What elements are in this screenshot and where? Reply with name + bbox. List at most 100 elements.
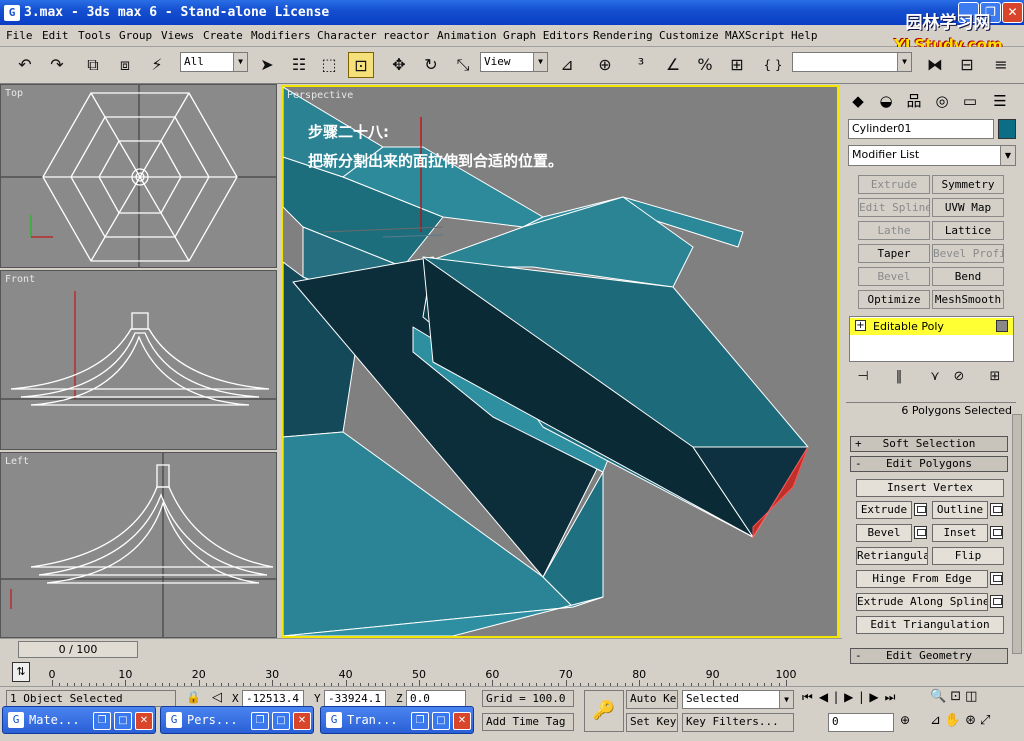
restore-icon[interactable]: ❐ (411, 712, 429, 730)
bevel-button[interactable]: Bevel (856, 524, 912, 542)
modifier-extrude-button[interactable]: Extrude (858, 175, 930, 194)
menu-reactor[interactable]: reactor (383, 29, 429, 42)
minimized-window-material[interactable]: G Mate... ❐ □ ✕ (2, 706, 156, 734)
viewport-label-front[interactable]: Front (5, 274, 35, 285)
menu-file[interactable]: File (6, 29, 33, 42)
menu-graph-editors[interactable]: Graph Editors (503, 29, 589, 42)
set-key-button[interactable]: Set Key (626, 713, 678, 732)
close-icon[interactable]: ✕ (135, 712, 153, 730)
viewport-label-top[interactable]: Top (5, 88, 23, 99)
previous-frame-icon[interactable]: ◀| (819, 690, 844, 704)
z-coordinate-field[interactable]: 0.0 (406, 690, 466, 707)
close-icon[interactable]: ✕ (293, 712, 311, 730)
hinge-settings-icon[interactable] (990, 572, 1003, 585)
modifier-lathe-button[interactable]: Lathe (858, 221, 930, 240)
time-configuration-icon[interactable]: ⊕ (900, 713, 910, 727)
viewport-perspective[interactable]: Perspective 步骤二十八: 把新分割出来的面拉伸到合适的位置。 (281, 85, 839, 638)
restore-icon[interactable]: ❐ (93, 712, 111, 730)
rollout-edit-polygons[interactable]: - Edit Polygons (850, 456, 1008, 472)
extrude-along-spline-button[interactable]: Extrude Along Spline (856, 593, 988, 611)
window-crossing-icon[interactable]: ⊡ (348, 52, 374, 78)
menu-tools[interactable]: Tools (78, 29, 111, 42)
show-end-result-icon[interactable]: ‖ (886, 364, 912, 390)
minimized-window-transform[interactable]: G Tran... ❐ □ ✕ (320, 706, 474, 734)
modifier-bend-button[interactable]: Bend (932, 267, 1004, 286)
set-key-icon[interactable]: 🔑 (584, 690, 624, 732)
close-button[interactable]: ✕ (1002, 2, 1023, 23)
modifier-lattice-button[interactable]: Lattice (932, 221, 1004, 240)
rotate-icon[interactable]: ↻ (418, 52, 444, 78)
menu-animation[interactable]: Animation (437, 29, 497, 42)
menu-help[interactable]: Help (791, 29, 818, 42)
maximize-icon[interactable]: □ (114, 712, 132, 730)
time-slider-thumb[interactable]: 0 / 100 (18, 641, 138, 658)
menu-modifiers[interactable]: Modifiers (251, 29, 311, 42)
maximize-icon[interactable]: □ (432, 712, 450, 730)
go-to-start-icon[interactable]: ⏮ (802, 690, 819, 704)
arc-rotate-icon[interactable]: ⊛ (965, 713, 980, 728)
undo-icon[interactable]: ↶ (12, 52, 38, 78)
bind-space-warp-icon[interactable]: ⚡ (144, 52, 170, 78)
flip-button[interactable]: Flip (932, 547, 1004, 565)
menu-maxscript[interactable]: MAXScript (725, 29, 785, 42)
app-icon[interactable]: G (4, 5, 20, 21)
object-color-swatch[interactable] (998, 119, 1016, 139)
percent-snap-icon[interactable]: % (692, 52, 718, 78)
timeline-ruler[interactable]: ⇅ 0 10 20 30 40 50 60 70 80 90 100 (0, 660, 842, 686)
close-icon[interactable]: ✕ (453, 712, 471, 730)
outline-button[interactable]: Outline (932, 501, 988, 519)
viewport-front[interactable]: Front (0, 270, 277, 450)
menu-group[interactable]: Group (119, 29, 152, 42)
viewport-top[interactable]: Top (0, 84, 277, 268)
modifier-bevel-button[interactable]: Bevel (858, 267, 930, 286)
edit-triangulation-button[interactable]: Edit Triangulation (856, 616, 1004, 634)
pivot-center-icon[interactable]: ⊿ (554, 52, 580, 78)
inset-button[interactable]: Inset (932, 524, 988, 542)
pan-icon[interactable]: ✋ (945, 713, 965, 728)
current-frame-field[interactable]: 0 (828, 713, 894, 732)
rollout-soft-selection[interactable]: + Soft Selection (850, 436, 1008, 452)
modifier-taper-button[interactable]: Taper (858, 244, 930, 263)
lock-selection-icon[interactable]: 🔒 (186, 690, 201, 704)
select-by-name-icon[interactable]: ☷ (286, 52, 312, 78)
restore-icon[interactable]: ❐ (251, 712, 269, 730)
edit-named-selection-icon[interactable]: { } (760, 52, 786, 78)
viewport-left[interactable]: Left (0, 452, 277, 638)
viewport-label-perspective[interactable]: Perspective (287, 90, 353, 101)
add-time-tag-button[interactable]: Add Time Tag (482, 713, 574, 731)
reference-coordinate-dropdown[interactable]: View ▼ (480, 52, 548, 72)
modify-tab-icon[interactable]: ◒ (874, 90, 898, 112)
y-coordinate-field[interactable]: -33924.1 (324, 690, 386, 707)
minimized-window-perspective[interactable]: G Pers... ❐ □ ✕ (160, 706, 314, 734)
hierarchy-tab-icon[interactable]: 品 (902, 90, 926, 112)
unlink-icon[interactable]: ⧈ (112, 52, 138, 78)
modifier-uvw-map-button[interactable]: UVW Map (932, 198, 1004, 217)
mirror-icon[interactable]: ⧓ (922, 52, 948, 78)
bevel-settings-icon[interactable] (914, 526, 927, 539)
move-icon[interactable]: ✥ (386, 52, 412, 78)
menu-create[interactable]: Create (203, 29, 243, 42)
zoom-icon[interactable]: 🔍 (930, 689, 950, 704)
utilities-tab-icon[interactable]: ☰ (988, 90, 1012, 112)
selection-filter-dropdown[interactable]: All ▼ (180, 52, 248, 72)
inset-settings-icon[interactable] (990, 526, 1003, 539)
menu-edit[interactable]: Edit (42, 29, 69, 42)
spinner-snap-icon[interactable]: ⊕ (592, 52, 618, 78)
menu-customize[interactable]: Customize (659, 29, 719, 42)
extrude-along-spline-settings-icon[interactable] (990, 595, 1003, 608)
retriangulate-button[interactable]: Retriangulate (856, 547, 928, 565)
layer-manager-icon[interactable]: ≡ (988, 52, 1014, 78)
expand-icon[interactable]: + (855, 320, 866, 331)
link-icon[interactable]: ⧉ (80, 52, 106, 78)
menu-character[interactable]: Character (317, 29, 377, 42)
key-mode-dropdown[interactable]: Selected ▼ (682, 690, 794, 709)
maximize-icon[interactable]: □ (272, 712, 290, 730)
outline-settings-icon[interactable] (990, 503, 1003, 516)
next-frame-icon[interactable]: |▶ (859, 690, 884, 704)
align-icon[interactable]: ⊟ (954, 52, 980, 78)
modifier-bevel-profile-button[interactable]: Bevel Profile (932, 244, 1004, 263)
select-object-icon[interactable]: ➤ (254, 52, 280, 78)
x-coordinate-field[interactable]: -12513.4 (242, 690, 304, 707)
modifier-edit-spline-button[interactable]: Edit Spline (858, 198, 930, 217)
object-name-field[interactable]: Cylinder01 (848, 119, 994, 139)
